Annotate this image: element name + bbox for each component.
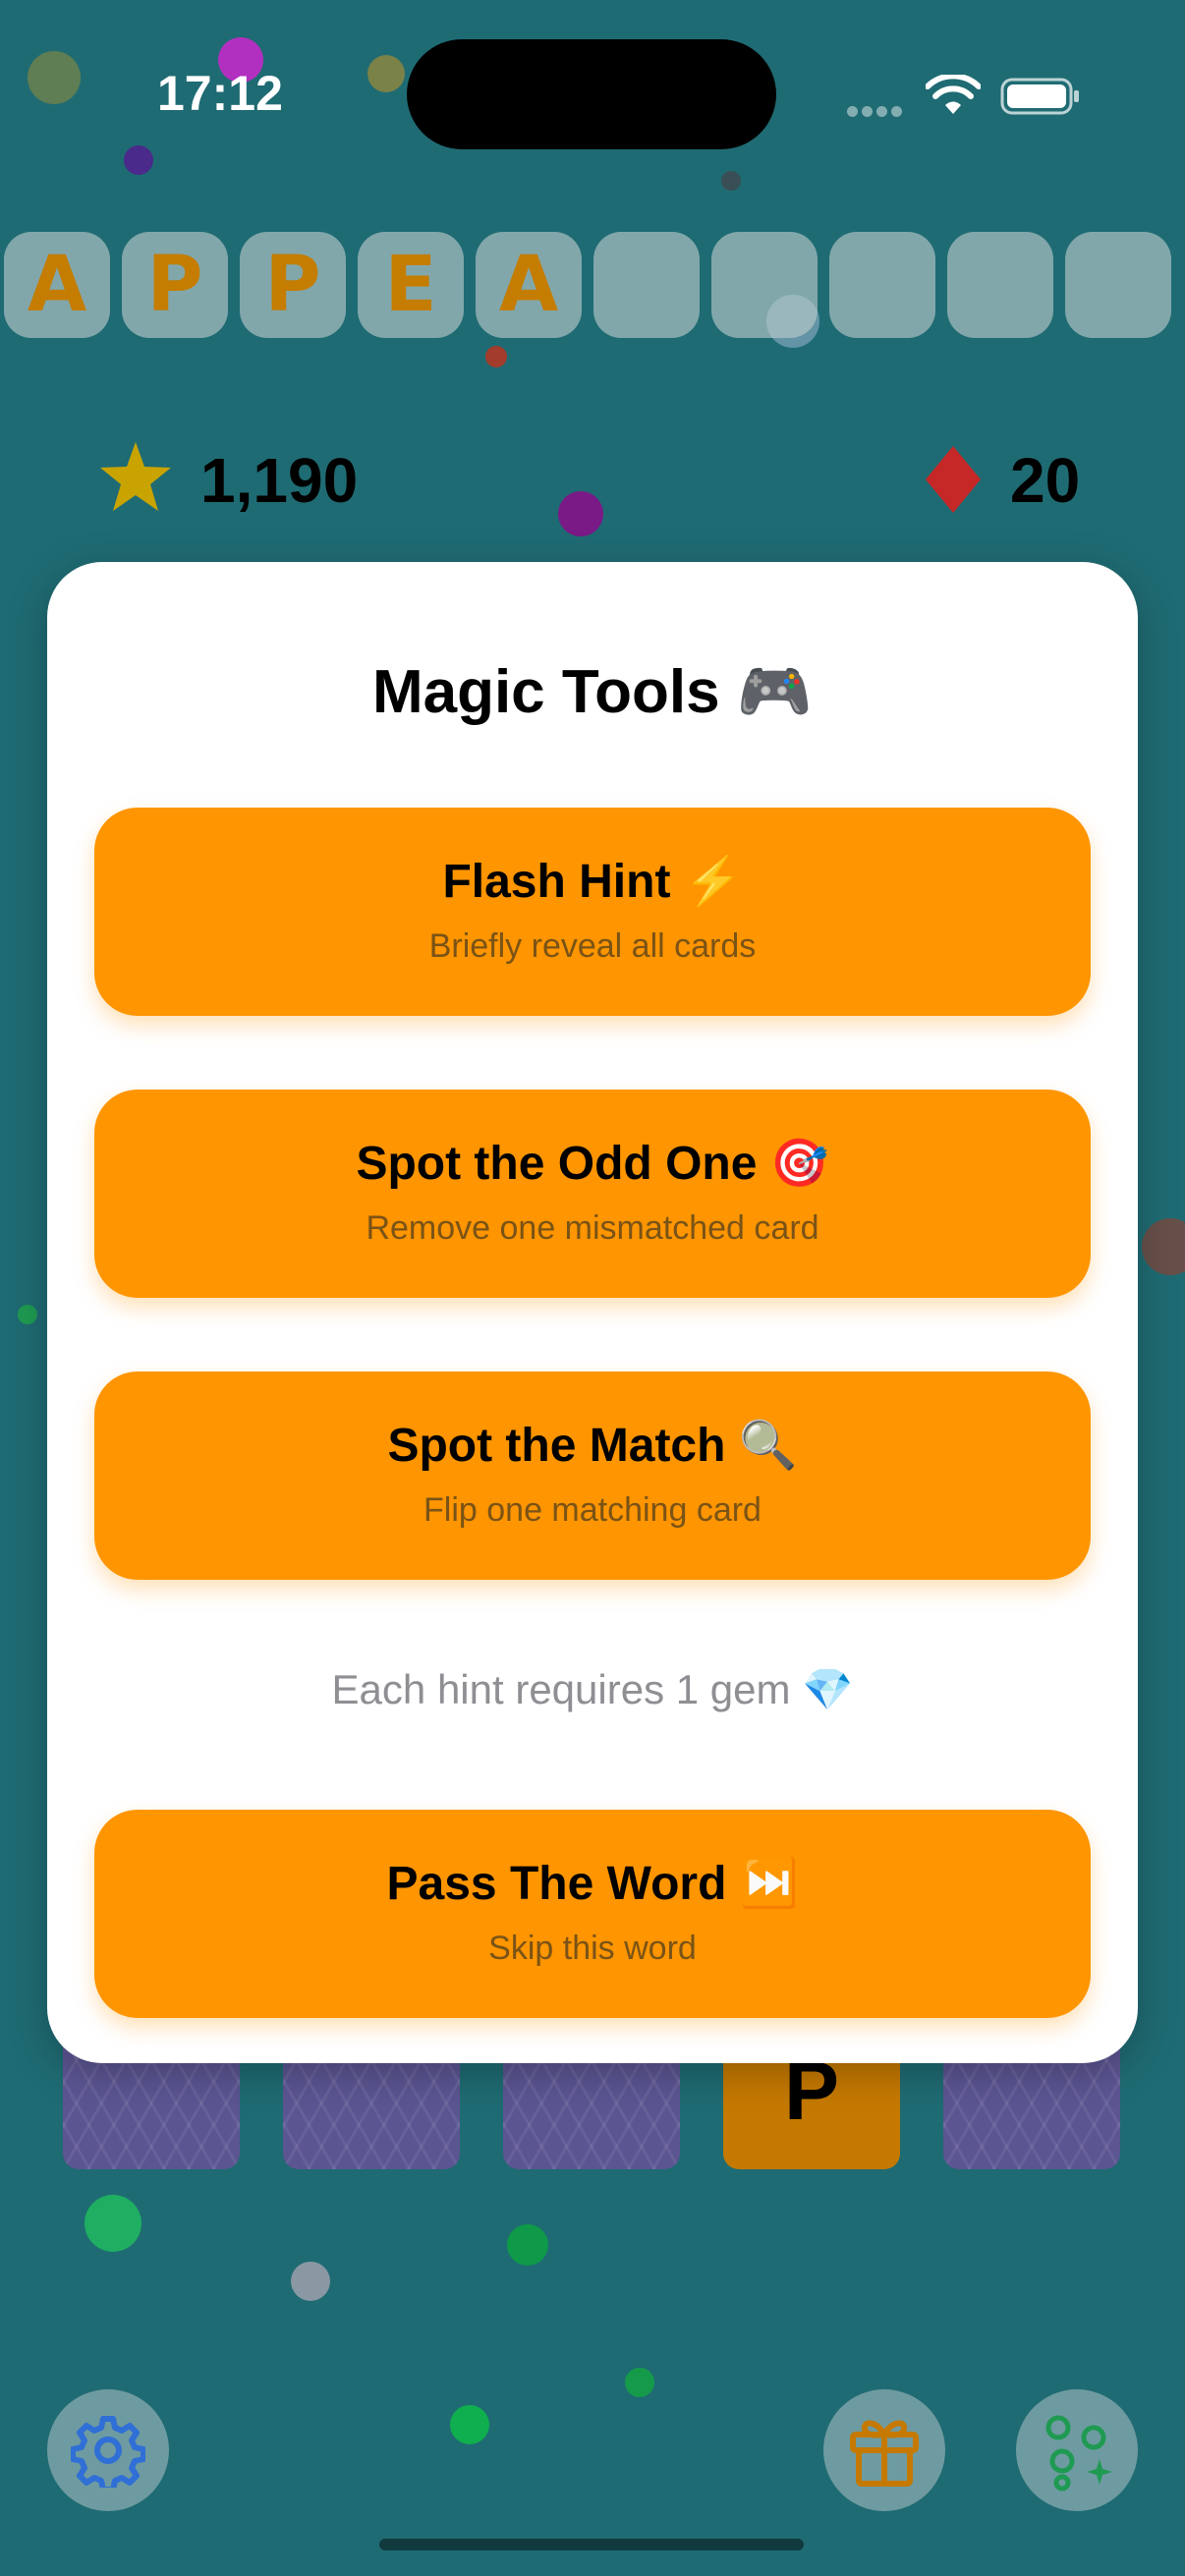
gem-count: 20 <box>1010 445 1081 516</box>
word-tiles: A P P E A <box>4 232 1183 338</box>
word-tile: P <box>122 232 228 338</box>
particle <box>124 145 153 175</box>
star-icon <box>100 442 171 511</box>
tool-title: Spot the Odd One 🎯 <box>356 1138 829 1190</box>
word-tile <box>947 232 1053 338</box>
tool-subtitle: Skip this word <box>488 1930 697 1967</box>
magic-tools-modal: Magic Tools 🎮 Flash Hint ⚡️ Briefly reve… <box>47 562 1138 2063</box>
dynamic-island <box>407 39 776 149</box>
word-tile <box>593 232 700 338</box>
particle <box>18 1305 37 1324</box>
score-value: 1,190 <box>200 445 359 516</box>
particle <box>625 2368 654 2397</box>
particle <box>367 55 405 92</box>
word-tile: P <box>240 232 346 338</box>
particle <box>558 491 603 536</box>
diamond-icon <box>926 446 981 513</box>
gift-button[interactable] <box>823 2389 945 2511</box>
particle <box>85 2195 141 2252</box>
cellular-signal-icon <box>847 104 908 118</box>
home-indicator[interactable] <box>379 2539 804 2550</box>
particle <box>507 2224 548 2266</box>
word-tile <box>1065 232 1171 338</box>
particle <box>721 171 741 191</box>
tool-subtitle: Flip one matching card <box>423 1491 762 1529</box>
tool-title: Pass The Word ⏭️ <box>386 1858 799 1910</box>
wifi-icon <box>926 75 981 114</box>
modal-title: Magic Tools 🎮 <box>371 658 814 726</box>
particle <box>291 2262 330 2301</box>
flash-hint-button[interactable]: Flash Hint ⚡️ Briefly reveal all cards <box>94 808 1091 1016</box>
status-time: 17:12 <box>157 66 283 121</box>
word-tile <box>711 232 818 338</box>
battery-icon <box>1000 78 1079 115</box>
particle <box>485 346 507 367</box>
word-tile: A <box>476 232 582 338</box>
spot-match-button[interactable]: Spot the Match 🔍 Flip one matching card <box>94 1372 1091 1580</box>
pass-word-button[interactable]: Pass The Word ⏭️ Skip this word <box>94 1810 1091 2018</box>
sparkles-icon <box>1045 2415 1112 2492</box>
tool-title: Flash Hint ⚡️ <box>442 856 743 908</box>
tool-subtitle: Remove one mismatched card <box>366 1209 819 1247</box>
gem-display: 20 <box>924 440 1140 519</box>
tool-subtitle: Briefly reveal all cards <box>428 927 757 965</box>
word-tile: A <box>4 232 110 338</box>
word-tile: E <box>358 232 464 338</box>
particle <box>1142 1218 1185 1275</box>
particle <box>28 51 81 104</box>
tools-button[interactable] <box>1016 2389 1138 2511</box>
word-tile <box>829 232 935 338</box>
settings-button[interactable] <box>47 2389 169 2511</box>
gear-icon <box>71 2416 145 2488</box>
particle <box>450 2405 489 2444</box>
tool-title: Spot the Match 🔍 <box>387 1420 798 1472</box>
gift-icon <box>850 2420 919 2487</box>
hint-cost-note: Each hint requires 1 gem 💎 <box>331 1666 854 1712</box>
spot-odd-one-button[interactable]: Spot the Odd One 🎯 Remove one mismatched… <box>94 1090 1091 1298</box>
